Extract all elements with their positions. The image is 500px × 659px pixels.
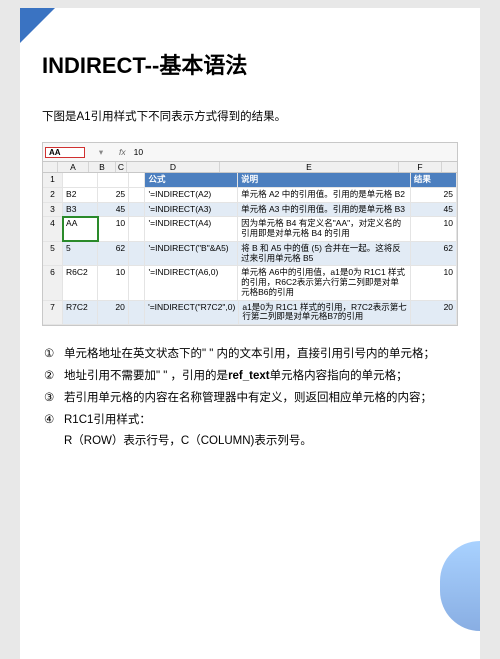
row-num: 2 — [43, 188, 63, 202]
excel-screenshot: AA ▾ fx 10 A B C D E F 1 公式 说明 结果 2B225'… — [42, 142, 458, 326]
cell-result: 25 — [411, 188, 457, 202]
cell-c — [129, 301, 145, 325]
cell-desc: 单元格 A2 中的引用值。引用的是单元格 B2 — [238, 188, 411, 202]
cell-c — [129, 266, 145, 299]
column-header-row: A B C D E F — [43, 162, 457, 173]
cell-b: 62 — [98, 242, 129, 266]
cell — [129, 173, 145, 187]
cell-formula: '=INDIRECT(A2) — [145, 188, 238, 202]
cell-formula: '=INDIRECT(A4) — [145, 217, 238, 241]
cell-a: R7C2 — [63, 301, 98, 325]
page-subtitle: 下图是A1引用样式下不同表示方式得到的结果。 — [42, 108, 458, 124]
col-header-d: D — [127, 162, 220, 172]
table-row: 2B225'=INDIRECT(A2)单元格 A2 中的引用值。引用的是单元格 … — [43, 188, 457, 203]
list-marker: ② — [44, 368, 64, 386]
row-num: 4 — [43, 217, 63, 241]
list-text: 单元格地址在英文状态下的" " 内的文本引用，直接引用引号内的单元格； — [64, 346, 458, 364]
cell-desc: 将 B 和 A5 中的值 (5) 合并在一起。这将反过来引用单元格 B5 — [238, 242, 411, 266]
cell-result: 10 — [411, 266, 457, 299]
cell-formula: '=INDIRECT(A6,0) — [145, 266, 238, 299]
cell-formula: '=INDIRECT(A3) — [145, 203, 238, 217]
name-box: AA — [45, 147, 85, 158]
page-title: INDIRECT--基本语法 — [42, 48, 458, 80]
note-4-line2: R（ROW）表示行号，C（COLUMN)表示列号。 — [64, 433, 458, 451]
list-item: ②地址引用不需要加" " ，引用的是ref_text单元格内容指向的单元格； — [44, 368, 458, 386]
cell-c — [129, 217, 145, 241]
formula-bar-row: AA ▾ fx 10 — [43, 143, 457, 162]
cell-c — [129, 242, 145, 266]
list-text: R1C1引用样式： — [64, 412, 458, 430]
name-box-dropdown: ▾ — [87, 147, 115, 158]
table-row: 6R6C210'=INDIRECT(A6,0)单元格 A6中的引用值，a1是0为… — [43, 266, 457, 300]
corner-decoration-bottomright — [440, 541, 480, 631]
cell-a: R6C2 — [63, 266, 98, 299]
cell-desc: 单元格 A6中的引用值，a1是0为 R1C1 样式的引用，R6C2表示第六行第二… — [238, 266, 411, 299]
th-desc: 说明 — [238, 173, 411, 187]
cell-formula: '=INDIRECT("B"&A5) — [145, 242, 238, 266]
cell-b: 45 — [98, 203, 129, 217]
th-formula: 公式 — [145, 173, 238, 187]
row-num: 3 — [43, 203, 63, 217]
col-header-c: C — [116, 162, 127, 172]
cell-b: 25 — [98, 188, 129, 202]
list-marker: ④ — [44, 412, 64, 430]
cell-b: 20 — [98, 301, 129, 325]
table-header-row: 1 公式 说明 结果 — [43, 173, 457, 188]
cell-result: 62 — [411, 242, 457, 266]
list-marker: ① — [44, 346, 64, 364]
list-item: ①单元格地址在英文状态下的" " 内的文本引用，直接引用引号内的单元格； — [44, 346, 458, 364]
corner-cell — [43, 162, 58, 172]
cell-desc: 因为单元格 B4 有定义名"AA"，对定义名的引用即是对单元格 B4 的引用 — [238, 217, 411, 241]
cell — [63, 173, 98, 187]
table-row: 7R7C220'=INDIRECT("R7C2",0)a1是0为 R1C1 样式… — [43, 301, 457, 326]
table-row: 5562'=INDIRECT("B"&A5)将 B 和 A5 中的值 (5) 合… — [43, 242, 457, 267]
col-header-f: F — [399, 162, 442, 172]
cell-a: B3 — [63, 203, 98, 217]
notes-list: ①单元格地址在英文状态下的" " 内的文本引用，直接引用引号内的单元格；②地址引… — [42, 346, 458, 451]
cell-a: B2 — [63, 188, 98, 202]
cell-b: 10 — [98, 266, 129, 299]
fx-value: 10 — [130, 147, 147, 157]
cell-desc: a1是0为 R1C1 样式的引用，R7C2表示第七行第二列即是对单元格B7的引用 — [239, 301, 411, 325]
list-marker: ③ — [44, 390, 64, 408]
cell-c — [129, 203, 145, 217]
list-item: ④R1C1引用样式： — [44, 412, 458, 430]
fx-label: fx — [115, 147, 130, 157]
cell-c — [129, 188, 145, 202]
cell-formula: '=INDIRECT("R7C2",0) — [145, 301, 239, 325]
cell-result: 45 — [411, 203, 457, 217]
list-item: ③若引用单元格的内容在名称管理器中有定义，则返回相应单元格的内容； — [44, 390, 458, 408]
cell-a: AA — [63, 217, 98, 241]
row-num: 1 — [43, 173, 63, 187]
cell-desc: 单元格 A3 中的引用值。引用的是单元格 B3 — [238, 203, 411, 217]
table-row: 4AA10'=INDIRECT(A4)因为单元格 B4 有定义名"AA"，对定义… — [43, 217, 457, 242]
table-body: 2B225'=INDIRECT(A2)单元格 A2 中的引用值。引用的是单元格 … — [43, 188, 457, 325]
corner-decoration-topleft — [20, 8, 55, 43]
cell — [98, 173, 129, 187]
document-page: INDIRECT--基本语法 下图是A1引用样式下不同表示方式得到的结果。 AA… — [20, 8, 480, 659]
th-result: 结果 — [411, 173, 457, 187]
list-text: 地址引用不需要加" " ，引用的是ref_text单元格内容指向的单元格； — [64, 368, 458, 386]
cell-result: 20 — [411, 301, 457, 325]
col-header-e: E — [220, 162, 399, 172]
cell-b: 10 — [98, 217, 129, 241]
row-num: 7 — [43, 301, 63, 325]
cell-a: 5 — [63, 242, 98, 266]
cell-result: 10 — [411, 217, 457, 241]
row-num: 5 — [43, 242, 63, 266]
list-text: 若引用单元格的内容在名称管理器中有定义，则返回相应单元格的内容； — [64, 390, 458, 408]
col-header-b: B — [89, 162, 116, 172]
col-header-a: A — [58, 162, 89, 172]
table-row: 3B345'=INDIRECT(A3)单元格 A3 中的引用值。引用的是单元格 … — [43, 203, 457, 218]
row-num: 6 — [43, 266, 63, 299]
